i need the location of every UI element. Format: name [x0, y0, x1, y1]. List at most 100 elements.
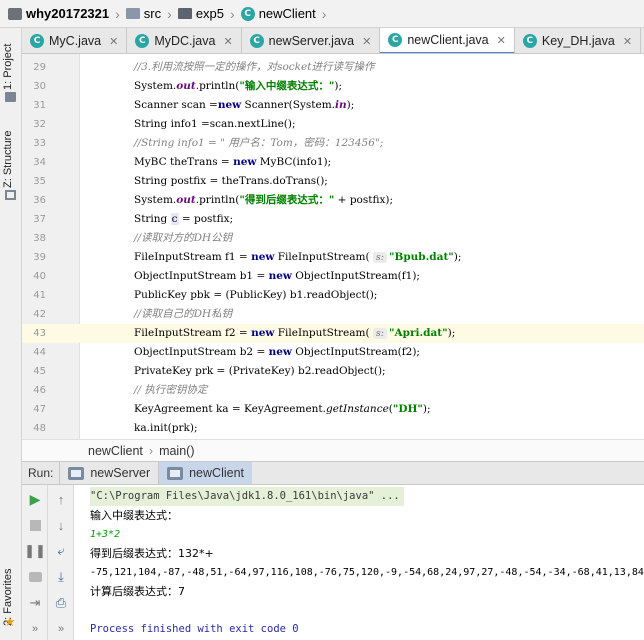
rerun-icon[interactable]: ▶ — [27, 491, 43, 507]
run-config-tab-label: newServer — [90, 466, 151, 480]
code-token: "得到后缀表达式：" — [239, 194, 335, 206]
editor-tab-label: newClient.java — [407, 33, 489, 47]
pause-icon[interactable]: ❚❚ — [24, 543, 46, 559]
chevron-right-icon: › — [115, 5, 120, 22]
console-line: 输入中缀表达式： — [90, 509, 178, 522]
code-token: "Bpub.dat" — [388, 251, 454, 263]
code-line[interactable]: 48 ka.init(prk); — [22, 419, 644, 438]
more-icon[interactable]: » — [53, 621, 69, 637]
code-text: PublicKey pbk = (PublicKey) b1.readObjec… — [134, 286, 377, 305]
run-console-output[interactable]: "C:\Program Files\Java\jdk1.8.0_161\bin\… — [74, 485, 644, 640]
project-tool-window-tab[interactable]: 1: Project — [2, 44, 14, 90]
code-text: String postfix = theTrans.doTrans(); — [134, 172, 328, 191]
run-config-tab[interactable]: newClient — [158, 462, 252, 484]
structure-tool-window-tab[interactable]: Z: Structure — [2, 131, 14, 188]
close-icon[interactable]: ✕ — [497, 34, 506, 47]
arrow-down-icon[interactable]: ↓ — [53, 517, 69, 533]
code-token: socket — [277, 61, 312, 73]
code-token: in — [335, 99, 347, 111]
code-line[interactable]: 47 KeyAgreement ka = KeyAgreement.getInst… — [22, 400, 644, 419]
navigation-breadcrumb: why20172321 › src › exp5 › C newClient › — [0, 0, 644, 28]
code-line[interactable]: 41 PublicKey pbk = (PublicKey) b1.readObj… — [22, 286, 644, 305]
code-line[interactable]: 35 String postfix = theTrans.doTrans(); — [22, 172, 644, 191]
scroll-to-end-icon[interactable]: ⤓ — [53, 569, 69, 585]
breadcrumb-package[interactable]: exp5 — [177, 6, 224, 21]
line-number: 41 — [33, 290, 46, 301]
project-folder-icon — [8, 7, 22, 20]
code-line[interactable]: 39 FileInputStream f1 = new FileInputStre… — [22, 248, 644, 267]
code-line[interactable]: 45 PrivateKey prk = (PrivateKey) b2.readO… — [22, 362, 644, 381]
code-line[interactable]: 38 //读取对方的DH公钥 — [22, 229, 644, 248]
editor-breadcrumb-method[interactable]: main() — [159, 444, 194, 458]
code-line[interactable]: 37 String c = postfix; — [22, 210, 644, 229]
console-line: Process finished with exit code 0 — [90, 623, 299, 635]
code-text: ka.init(prk); — [134, 419, 198, 438]
code-token: .println( — [195, 194, 240, 206]
line-number: 29 — [33, 62, 46, 73]
code-token: ObjectInputStream b2 = — [134, 346, 269, 358]
exit-icon[interactable]: ⇥ — [27, 595, 43, 611]
breadcrumb-project[interactable]: why20172321 — [8, 6, 109, 21]
code-line[interactable]: 29 //3.利用流按照一定的操作，对socket进行读写操作 — [22, 58, 644, 77]
run-config-tab[interactable]: newServer — [59, 462, 158, 484]
code-token: ); — [453, 251, 462, 263]
line-number: 46 — [33, 385, 46, 396]
line-number: 36 — [33, 195, 46, 206]
line-number: 33 — [33, 138, 46, 149]
code-token: out — [176, 194, 196, 206]
code-line[interactable]: 42 //读取自己的DH私钥 — [22, 305, 644, 324]
code-token: System. — [134, 194, 177, 206]
console-line: 1+3*2 — [90, 529, 121, 540]
code-token: + postfix); — [334, 194, 394, 206]
run-toolbar-secondary: ↑ ↓ ⤶ ⤓ ⎙ » — [48, 485, 74, 640]
close-icon[interactable]: ✕ — [623, 35, 632, 48]
editor-tab[interactable]: C Key_DH.java ✕ — [515, 28, 642, 53]
editor-breadcrumb-class[interactable]: newClient — [88, 444, 143, 458]
breadcrumb-src[interactable]: src — [125, 6, 161, 21]
soft-wrap-icon[interactable]: ⤶ — [53, 543, 69, 559]
close-icon[interactable]: ✕ — [362, 35, 371, 48]
close-icon[interactable]: ✕ — [109, 35, 118, 48]
chevron-right-icon: › — [230, 5, 235, 22]
code-line[interactable]: 31 Scanner scan =new Scanner(System.in); — [22, 96, 644, 115]
code-text: System.out.println("得到后缀表达式：" + postfix)… — [134, 191, 393, 210]
code-token: ); — [346, 99, 355, 111]
print-icon[interactable]: ⎙ — [53, 595, 69, 611]
code-line[interactable]: 40 ObjectInputStream b1 = new ObjectInput… — [22, 267, 644, 286]
editor-tab[interactable]: C MyC.java ✕ — [22, 28, 128, 53]
code-token: //3.利用流按照一定的操作，对 — [134, 61, 278, 73]
package-icon — [177, 8, 192, 19]
code-editor[interactable]: 29//3.利用流按照一定的操作，对socket进行读写操作 30 System.o… — [22, 54, 644, 439]
folder-icon — [125, 8, 140, 19]
code-line[interactable]: 32 String info1 =scan.nextLine(); — [22, 115, 644, 134]
code-line[interactable]: 30 System.out.println("输入中缀表达式："); — [22, 77, 644, 96]
editor-tab-label: MyDC.java — [154, 34, 216, 48]
code-token: .println( — [195, 80, 240, 92]
code-token: = postfix; — [178, 213, 234, 225]
more-icon[interactable]: » — [27, 621, 43, 637]
stop-icon[interactable] — [27, 517, 43, 533]
line-number: 38 — [33, 233, 46, 244]
camera-icon[interactable] — [27, 569, 43, 585]
breadcrumb-file[interactable]: C newClient — [240, 6, 316, 21]
code-token: "Apri.dat" — [388, 327, 448, 339]
code-line[interactable]: 36 System.out.println("得到后缀表达式：" + postfi… — [22, 191, 644, 210]
editor-tab[interactable]: CnewClient.java ✕ — [380, 28, 515, 53]
arrow-up-icon[interactable]: ↑ — [53, 491, 69, 507]
code-token: KeyAgreement ka = KeyAgreement. — [134, 403, 326, 415]
code-line[interactable]: 44 ObjectInputStream b2 = new ObjectInput… — [22, 343, 644, 362]
line-number: 31 — [33, 100, 46, 111]
code-line[interactable]: 34 MyBC theTrans = new MyBC(info1); — [22, 153, 644, 172]
console-line: 计算后缀表达式：7 — [90, 585, 185, 598]
code-line[interactable]: 46 // 执行密钥协定 — [22, 381, 644, 400]
editor-tab[interactable]: C MyDC.java ✕ — [127, 28, 242, 53]
close-icon[interactable]: ✕ — [223, 35, 232, 48]
code-line[interactable]: 33 //String info1 = " 用户名：Tom，密码：123456"; — [22, 134, 644, 153]
code-token: ); — [334, 80, 342, 92]
code-line[interactable]: 43 FileInputStream f2 = new FileInputStre… — [22, 324, 644, 343]
code-token: "输入中缀表达式：" — [239, 80, 335, 92]
line-number: 40 — [33, 271, 46, 282]
code-text: PrivateKey prk = (PrivateKey) b2.readObj… — [134, 362, 386, 381]
chevron-right-icon: › — [148, 443, 154, 458]
editor-tab[interactable]: CnewServer.java ✕ — [242, 28, 381, 53]
